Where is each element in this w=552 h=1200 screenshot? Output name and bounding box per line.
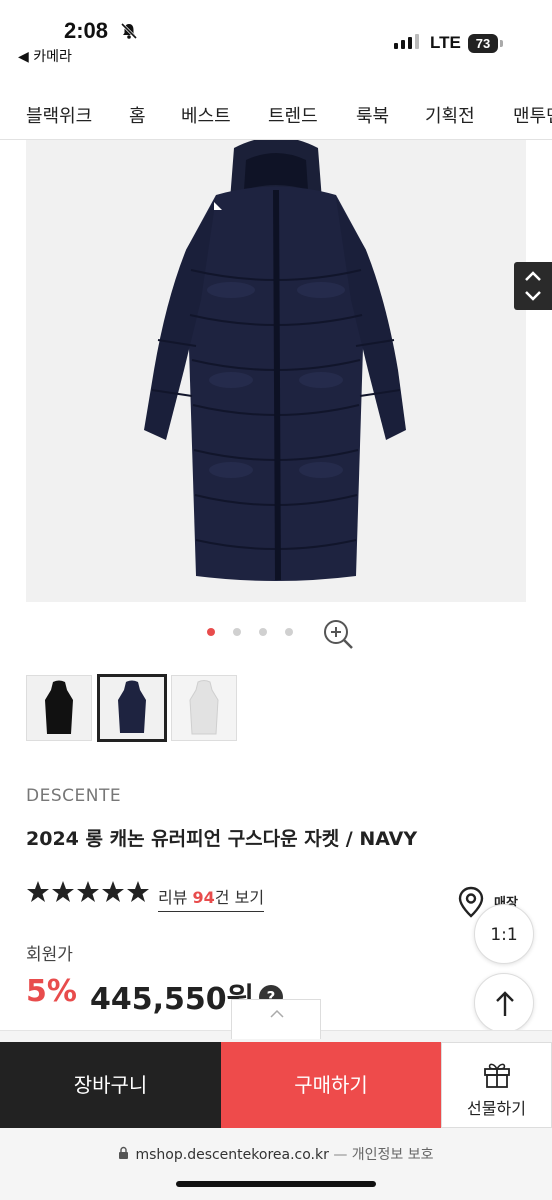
product-main-image[interactable] [26,140,526,602]
star-icon [27,881,49,902]
star-icon [127,881,149,902]
gallery-dot-3[interactable] [259,628,267,636]
nav-item-promotion[interactable]: 기획전 [425,102,475,128]
zoom-icon[interactable] [322,618,354,650]
chevron-up-down-icon [525,271,541,301]
member-price: 445,550원 [90,982,255,1017]
gift-button[interactable]: 선물하기 [441,1042,552,1128]
black-jacket-thumb-image [27,676,91,740]
review-link[interactable]: 리뷰 94건 보기 [158,884,265,912]
gallery-dot-2[interactable] [233,628,241,636]
star-icon [52,881,74,902]
nav-item-black-week[interactable]: 블랙위크 [26,102,92,128]
chevron-up-icon [270,1009,284,1018]
thumbnail-black[interactable] [26,675,92,741]
white-jacket-thumb-image [172,676,236,740]
nav-item-home[interactable]: 홈 [129,102,146,128]
gallery-dot-1[interactable] [207,628,215,636]
lock-icon [119,1146,129,1159]
silent-bell-icon [120,22,138,40]
star-icon [77,881,99,902]
category-nav: 블랙위크 홈 베스트 트렌드 룩북 기획전 맨투맨 [0,92,552,140]
status-time: 2:08 [64,18,109,43]
review-count: 94 [192,888,215,907]
browser-url-bar[interactable]: mshop.descentekorea.co.kr — 개인정보 보호 [0,1128,552,1200]
nav-item-trend[interactable]: 트렌드 [268,102,318,128]
url-row: mshop.descentekorea.co.kr — 개인정보 보호 [0,1144,552,1164]
nav-item-best[interactable]: 베스트 [181,102,231,128]
add-to-cart-button[interactable]: 장바구니 [0,1042,221,1128]
url-separator: — [328,1147,352,1163]
home-indicator[interactable] [176,1181,376,1187]
battery-icon: 73 [468,34,498,53]
star-rating [26,880,150,904]
privacy-text: 개인정보 보호 [351,1147,434,1163]
one-to-one-chat-button[interactable]: 1:1 [474,904,534,964]
member-price-label: 회원가 [26,945,73,965]
bottom-sheet-handle[interactable] [231,999,321,1039]
gallery-dot-4[interactable] [285,628,293,636]
gift-label: 선물하기 [467,1099,526,1118]
battery-tip [500,40,503,47]
brand-name[interactable]: DESCENTE [26,786,121,806]
image-scroll-arrows[interactable] [514,262,552,310]
navy-jacket-thumb-image [100,677,164,739]
signal-icon [394,34,419,49]
star-icon [102,881,124,902]
buy-now-button[interactable]: 구매하기 [221,1042,441,1128]
back-to-camera-link[interactable]: ◀ 카메라 [18,46,72,66]
thumbnail-white[interactable] [171,675,237,741]
review-prefix: 리뷰 [158,888,193,907]
scroll-to-top-button[interactable] [474,973,534,1033]
url-text: mshop.descentekorea.co.kr [135,1147,329,1163]
status-bar: 2:08 ◀ 카메라 LTE 73 [0,0,552,70]
gift-icon [484,1063,510,1088]
location-pin-icon [458,886,484,918]
thumbnail-navy[interactable] [97,674,167,742]
color-thumbnails [0,674,552,743]
gallery-pagination [0,618,552,650]
nav-item-sweatshirt[interactable]: 맨투맨 [513,102,552,128]
review-suffix: 건 보기 [214,888,265,907]
arrow-up-icon [496,991,514,1016]
navy-long-down-jacket-image [144,140,406,581]
product-title: 2024 롱 캐논 유러피언 구스다운 자켓 / NAVY [26,828,418,850]
nav-item-lookbook[interactable]: 룩북 [356,102,389,128]
discount-rate: 5% [26,974,77,1009]
purchase-action-bar: 장바구니 구매하기 선물하기 [0,1042,552,1128]
network-type: LTE [430,33,461,52]
